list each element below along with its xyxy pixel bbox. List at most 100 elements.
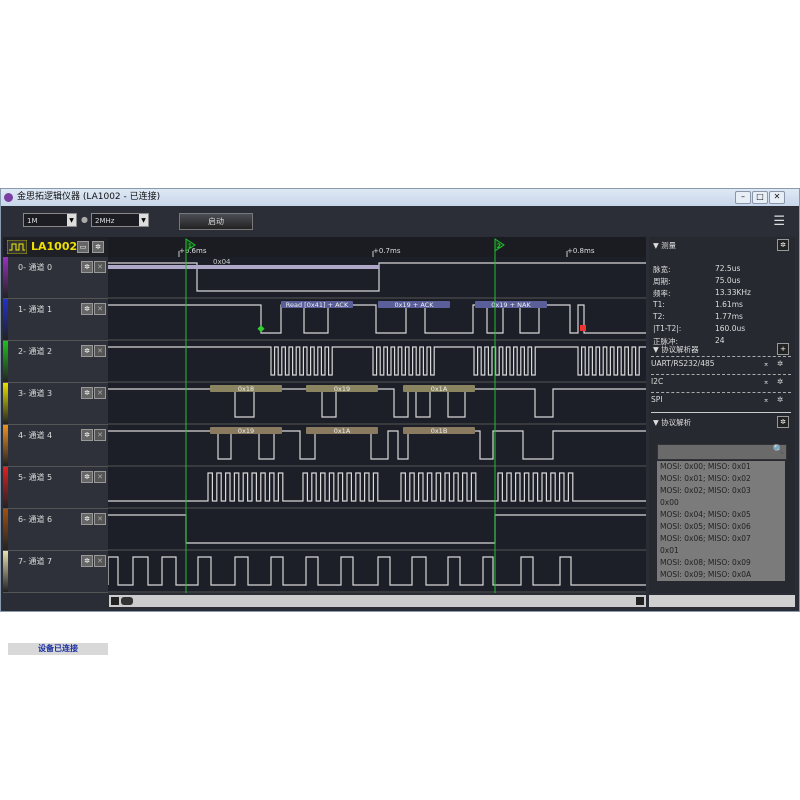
- channel-settings-gear-icon[interactable]: ✲: [81, 513, 93, 525]
- channel-label[interactable]: 6- 通道 6: [18, 514, 52, 525]
- sample-count-select[interactable]: 1M ▼: [23, 213, 77, 227]
- measure-settings-gear-icon[interactable]: ✲: [777, 239, 789, 251]
- scroll-left-button[interactable]: [111, 597, 119, 605]
- maximize-button[interactable]: □: [752, 191, 768, 204]
- waveform-channel-1: [108, 304, 646, 334]
- channel-close-icon[interactable]: ✕: [94, 303, 106, 315]
- channel-close-icon[interactable]: ✕: [94, 261, 106, 273]
- decode-results-list[interactable]: MOSI: 0x00; MISO: 0x01 MOSI: 0x01; MISO: …: [657, 461, 785, 581]
- decode-search-input[interactable]: 🔍: [657, 444, 787, 460]
- side-status-bar: [649, 595, 795, 607]
- analyzer-item[interactable]: UART/RS232/485 ⌅ ✲: [651, 356, 791, 370]
- channel-settings-gear-icon[interactable]: ✲: [81, 387, 93, 399]
- scroll-thumb[interactable]: [121, 597, 133, 605]
- channel-color-bar: [3, 551, 8, 592]
- search-icon[interactable]: 🔍: [773, 445, 784, 455]
- chevron-down-icon: ▼: [67, 214, 76, 226]
- channel-color-bar: [3, 299, 8, 340]
- marker-stop-icon: [580, 325, 586, 331]
- scroll-right-button[interactable]: [636, 597, 644, 605]
- channel-close-icon[interactable]: ✕: [94, 345, 106, 357]
- annotation-bar: [108, 265, 379, 269]
- decode-row[interactable]: 0x00: [657, 497, 785, 509]
- add-analyzer-icon[interactable]: +: [777, 343, 789, 355]
- channel-close-icon[interactable]: ✕: [94, 387, 106, 399]
- measure-key: |T1-T2|:: [653, 324, 682, 333]
- channel-row: 4- 通道 4 ✲ ✕: [3, 425, 108, 467]
- channel-settings-gear-icon[interactable]: ✲: [81, 303, 93, 315]
- decode-row[interactable]: MOSI: 0x08; MISO: 0x09: [657, 557, 785, 569]
- close-button[interactable]: ✕: [769, 191, 785, 204]
- device-window-button[interactable]: ▭: [77, 241, 89, 253]
- decode-settings-gear-icon[interactable]: ✲: [777, 416, 789, 428]
- decode-row[interactable]: MOSI: 0x05; MISO: 0x06: [657, 521, 785, 533]
- channel-settings-gear-icon[interactable]: ✲: [81, 345, 93, 357]
- annotation-label: 0x04: [213, 258, 231, 266]
- channel-label[interactable]: 4- 通道 4: [18, 430, 52, 441]
- minimize-button[interactable]: –: [735, 191, 751, 204]
- channel-label[interactable]: 7- 通道 7: [18, 556, 52, 567]
- measure-value: 1.61ms: [715, 300, 743, 309]
- channel-settings-gear-icon[interactable]: ✲: [81, 261, 93, 273]
- analyzers-section-header[interactable]: ▼ 协议解析器: [653, 344, 699, 355]
- analyzer-item[interactable]: I2C ⌅ ✲: [651, 374, 791, 388]
- channel-row: 2- 通道 2 ✲ ✕: [3, 341, 108, 383]
- sample-rate-select[interactable]: 2MHz ▼: [91, 213, 149, 227]
- waveform-channel-3: [108, 388, 646, 418]
- hamburger-icon[interactable]: ☰: [773, 214, 785, 229]
- annotation-label: 0x1B: [431, 427, 448, 435]
- channel-close-icon[interactable]: ✕: [94, 513, 106, 525]
- analyzer-item[interactable]: SPI ⌅ ✲: [651, 392, 791, 406]
- measure-row: T2: 1.77ms: [653, 312, 793, 321]
- analyzer-settings-gear-icon[interactable]: ✲: [777, 395, 783, 404]
- title-bar: 金思拓逻辑仪器 (LA1002 - 已连接) – □ ✕: [1, 189, 799, 206]
- channel-close-icon[interactable]: ✕: [94, 429, 106, 441]
- analyzers-title: 协议解析器: [661, 345, 699, 354]
- channel-label[interactable]: 0- 通道 0: [18, 262, 52, 273]
- channel-label[interactable]: 5- 通道 5: [18, 472, 52, 483]
- channel-close-icon[interactable]: ✕: [94, 555, 106, 567]
- sample-count-value: 1M: [27, 217, 38, 225]
- device-settings-gear-icon[interactable]: ✲: [92, 241, 104, 253]
- measure-row: 周期: 75.0us: [653, 276, 793, 287]
- horizontal-scrollbar[interactable]: [109, 595, 646, 607]
- analyzer-name: UART/RS232/485: [651, 359, 715, 368]
- app-icon: [4, 193, 13, 202]
- decode-row[interactable]: MOSI: 0x00; MISO: 0x01: [657, 461, 785, 473]
- analyzer-settings-gear-icon[interactable]: ✲: [777, 377, 783, 386]
- filter-icon[interactable]: ⌅: [763, 377, 769, 386]
- channel-label[interactable]: 3- 通道 3: [18, 388, 52, 399]
- channel-close-icon[interactable]: ✕: [94, 471, 106, 483]
- toolbar: 1M ▼ ● 2MHz ▼ 启动 ☰: [1, 206, 799, 236]
- decode-row[interactable]: MOSI: 0x04; MISO: 0x05: [657, 509, 785, 521]
- chevron-down-icon: ▼: [139, 214, 148, 226]
- app-window: 金思拓逻辑仪器 (LA1002 - 已连接) – □ ✕ 1M ▼ ● 2MHz ▼…: [0, 188, 800, 655]
- waveform-canvas: +0.6ms +0.7ms +0.8ms 0x04 Read [0x41] + ACK 0…: [107, 237, 646, 593]
- decode-row[interactable]: MOSI: 0x02; MISO: 0x03: [657, 485, 785, 497]
- annotation-label: 0x1A: [431, 385, 448, 393]
- decode-row[interactable]: 0x01: [657, 545, 785, 557]
- decode-row[interactable]: MOSI: 0x06; MISO: 0x07: [657, 533, 785, 545]
- annotation-label: 0x18: [238, 385, 254, 393]
- divider: [651, 412, 791, 413]
- waveform-channel-4: [108, 430, 646, 460]
- status-indicator: 设备已连接: [8, 643, 108, 655]
- decode-row[interactable]: MOSI: 0x09; MISO: 0x0A: [657, 569, 785, 581]
- decode-row[interactable]: MOSI: 0x01; MISO: 0x02: [657, 473, 785, 485]
- rate-icon: ●: [81, 215, 88, 224]
- analyzer-name: I2C: [651, 377, 664, 386]
- decode-section-header[interactable]: ▼ 协议解析: [653, 417, 691, 428]
- measure-value: 24: [715, 336, 725, 345]
- waveform-area[interactable]: +0.6ms +0.7ms +0.8ms 0x04 Read [0x41] + ACK 0…: [107, 237, 646, 593]
- channel-settings-gear-icon[interactable]: ✲: [81, 429, 93, 441]
- channel-settings-gear-icon[interactable]: ✲: [81, 555, 93, 567]
- filter-icon[interactable]: ⌅: [763, 359, 769, 368]
- channel-settings-gear-icon[interactable]: ✲: [81, 471, 93, 483]
- channel-label[interactable]: 1- 通道 1: [18, 304, 52, 315]
- channel-label[interactable]: 2- 通道 2: [18, 346, 52, 357]
- device-header: LA1002 ▭ ✲: [3, 237, 108, 257]
- measure-section-header[interactable]: ▼ 测量: [653, 240, 676, 251]
- start-button[interactable]: 启动: [179, 213, 253, 230]
- analyzer-settings-gear-icon[interactable]: ✲: [777, 359, 783, 368]
- filter-icon[interactable]: ⌅: [763, 395, 769, 404]
